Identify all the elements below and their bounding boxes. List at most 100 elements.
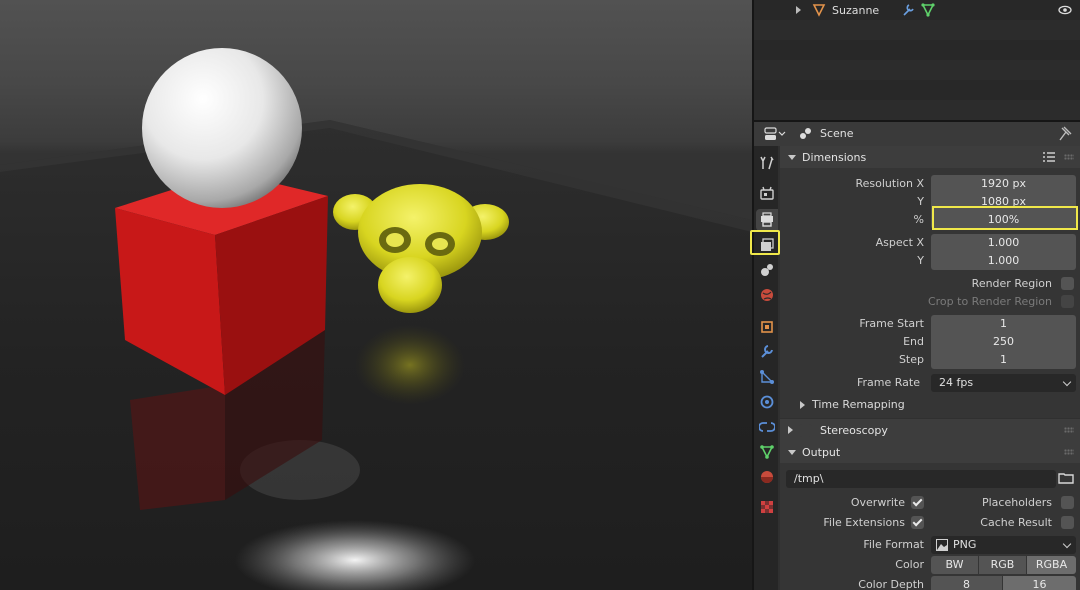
panel-stereoscopy-header[interactable]: Stereoscopy bbox=[780, 419, 1080, 441]
color-bw-option[interactable]: BW bbox=[931, 556, 978, 574]
percent-row-highlight-left bbox=[754, 202, 932, 228]
collapse-arrow-icon bbox=[788, 449, 796, 455]
drag-grip-icon[interactable] bbox=[1064, 449, 1074, 455]
outliner-item-suzanne[interactable]: Suzanne bbox=[812, 0, 935, 20]
expand-arrow-icon bbox=[800, 400, 805, 409]
file-extensions-checkbox[interactable] bbox=[911, 516, 924, 529]
properties-content: Dimensions Resolution X 1920 px Y 1080 p… bbox=[780, 146, 1080, 590]
outliner-empty-row bbox=[754, 60, 1080, 80]
drag-grip-icon[interactable] bbox=[1064, 154, 1074, 160]
resolution-x-label: Resolution X bbox=[855, 177, 924, 190]
output-path-field[interactable]: /tmp\ bbox=[786, 470, 1056, 488]
time-remapping-label: Time Remapping bbox=[812, 398, 905, 411]
panel-output-body: /tmp\ Overwrite Placeholders File Extens… bbox=[780, 463, 1080, 590]
render-region-label: Render Region bbox=[971, 277, 1052, 290]
tab-constraints[interactable] bbox=[756, 416, 778, 438]
vertex-data-icon[interactable] bbox=[921, 3, 935, 17]
aspect-y-field[interactable]: 1.000 bbox=[931, 252, 1076, 270]
presets-list-icon[interactable] bbox=[1042, 151, 1056, 163]
aspect-x-label: Aspect X bbox=[875, 236, 924, 249]
resolution-x-field[interactable]: 1920 px bbox=[931, 175, 1076, 193]
outliner-row[interactable]: Suzanne bbox=[754, 0, 1080, 20]
crop-region-label: Crop to Render Region bbox=[927, 295, 1052, 308]
tab-tool[interactable] bbox=[756, 152, 778, 174]
tab-world[interactable] bbox=[756, 284, 778, 306]
object-icon bbox=[761, 321, 773, 333]
overwrite-checkbox[interactable] bbox=[911, 496, 924, 509]
tab-particles[interactable] bbox=[756, 366, 778, 388]
color-depth-8-option[interactable]: 8 bbox=[931, 576, 1002, 590]
panel-title: Dimensions bbox=[802, 150, 867, 164]
frame-end-label: End bbox=[903, 335, 924, 348]
color-rgba-option[interactable]: RGBA bbox=[1027, 556, 1076, 574]
file-extensions-label: File Extensions bbox=[823, 516, 905, 529]
drag-grip-icon[interactable] bbox=[1064, 427, 1074, 433]
placeholders-checkbox[interactable] bbox=[1061, 496, 1074, 509]
outliner[interactable]: Suzanne bbox=[754, 0, 1080, 120]
scene-icon bbox=[761, 264, 773, 276]
expand-arrow-icon bbox=[788, 426, 793, 434]
tab-material[interactable] bbox=[756, 466, 778, 488]
context-label: Scene bbox=[820, 127, 854, 140]
tab-scene[interactable] bbox=[756, 259, 778, 281]
properties-editor: Scene Dimensions Resolution X 1920 px Y … bbox=[750, 122, 1080, 590]
constraints-icon bbox=[759, 422, 775, 432]
cache-result-checkbox[interactable] bbox=[1061, 516, 1074, 529]
render-region-checkbox[interactable] bbox=[1061, 277, 1074, 290]
tab-data[interactable] bbox=[756, 441, 778, 463]
panel-output-header[interactable]: Output bbox=[780, 441, 1080, 463]
render-icon bbox=[760, 186, 774, 200]
expand-arrow-icon[interactable] bbox=[796, 6, 801, 14]
tab-object[interactable] bbox=[756, 316, 778, 338]
outliner-empty-row bbox=[754, 20, 1080, 40]
color-rgb-option[interactable]: RGB bbox=[979, 556, 1026, 574]
tab-render[interactable] bbox=[756, 182, 778, 204]
outliner-item-label: Suzanne bbox=[832, 3, 880, 17]
frame-rate-label: Frame Rate bbox=[857, 376, 920, 389]
panel-dimensions-header[interactable]: Dimensions bbox=[780, 146, 1080, 168]
particles-icon bbox=[760, 370, 774, 384]
file-format-dropdown[interactable]: PNG bbox=[931, 536, 1076, 554]
frame-start-field[interactable]: 1 bbox=[931, 315, 1076, 333]
tab-texture[interactable] bbox=[756, 496, 778, 518]
pin-icon[interactable] bbox=[1058, 126, 1072, 142]
time-remapping-subpanel[interactable]: Time Remapping bbox=[800, 398, 905, 411]
physics-icon bbox=[760, 395, 774, 409]
folder-icon[interactable] bbox=[1058, 470, 1074, 486]
material-icon bbox=[761, 471, 773, 483]
3d-viewport[interactable] bbox=[0, 0, 752, 590]
stereoscopy-checkbox[interactable] bbox=[799, 423, 812, 437]
highlight-box bbox=[750, 230, 780, 255]
tab-modifiers[interactable] bbox=[756, 341, 778, 363]
file-format-value: PNG bbox=[953, 538, 977, 551]
crop-region-checkbox[interactable] bbox=[1061, 295, 1074, 308]
output-path-value: /tmp\ bbox=[794, 472, 824, 485]
placeholders-label: Placeholders bbox=[981, 496, 1052, 509]
frame-rate-dropdown[interactable]: 24 fps bbox=[931, 374, 1076, 392]
cache-result-label: Cache Result bbox=[980, 516, 1052, 529]
right-area: Suzanne Scene Dimensions Resolution X 19… bbox=[750, 0, 1080, 590]
outliner-empty-row bbox=[754, 40, 1080, 60]
properties-header: Scene bbox=[754, 122, 1080, 146]
editor-type-button[interactable] bbox=[762, 125, 788, 143]
frame-end-field[interactable]: 250 bbox=[931, 333, 1076, 351]
frame-rate-value: 24 fps bbox=[939, 376, 974, 389]
frame-step-field[interactable]: 1 bbox=[931, 351, 1076, 369]
scene-icon bbox=[800, 128, 811, 139]
frame-step-label: Step bbox=[898, 353, 924, 366]
texture-checker-icon bbox=[761, 501, 773, 513]
tab-physics[interactable] bbox=[756, 391, 778, 413]
aspect-x-field[interactable]: 1.000 bbox=[931, 234, 1076, 252]
panel-title: Stereoscopy bbox=[820, 423, 888, 437]
color-depth-16-option[interactable]: 16 bbox=[1003, 576, 1076, 590]
frame-start-label: Frame Start bbox=[859, 317, 924, 330]
eye-icon[interactable] bbox=[1058, 3, 1072, 17]
mesh-icon bbox=[812, 4, 826, 17]
rendered-scene bbox=[0, 48, 752, 590]
wrench-icon[interactable] bbox=[901, 3, 915, 17]
collapse-arrow-icon bbox=[788, 154, 796, 160]
image-icon bbox=[936, 539, 948, 551]
wrench-icon bbox=[761, 345, 773, 358]
highlight-box bbox=[932, 206, 1078, 230]
properties-editor-icon bbox=[764, 127, 786, 140]
